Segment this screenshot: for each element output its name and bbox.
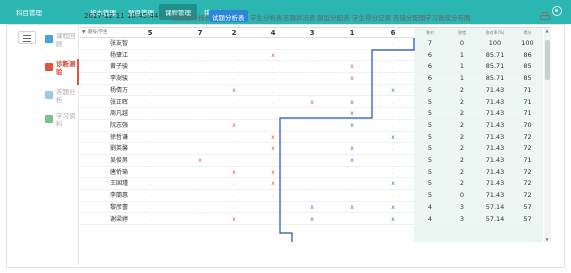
hamburger-menu-icon[interactable] [18,31,36,44]
side-nav: 课程回顾 诊断测验 答题分析 学习资料 [41,25,79,265]
tab-student-analysis[interactable]: 学生分析表 [250,12,283,22]
sidebar-item-label: 诊断测验 [56,60,76,76]
item-analysis-table: ▼ 题号/学生 5 7 2 4 3 1 6 答对 答错 答对率(%) 得分 张友… [80,27,551,242]
tab-score-stats[interactable]: 成绩统计报表 [172,12,211,22]
sidebar-item-label: 课程回顾 [56,32,76,48]
datetime-value: 2017-12-11 10:45:44 [84,12,159,20]
sidebar-item-review[interactable]: 课程回顾 [41,31,79,57]
tab-type-distribution[interactable]: 题型分配表 [317,12,350,22]
review-icon [45,35,53,43]
report-toolbar: 2017-12-11 10:45:44 ▼ 成绩统计报表 试题分析表 学生分析表… [80,10,550,24]
vertical-scrollbar[interactable]: ▲ ▼ [544,28,551,242]
scroll-up-icon[interactable]: ▲ [546,29,549,33]
tab-performance-chart[interactable]: 学习表现分布图 [425,12,471,22]
tab-answer-status[interactable]: 答题状况表 [283,12,316,22]
printer-icon[interactable] [540,12,550,21]
chevron-down-icon: ▼ [160,14,165,20]
sidebar-item-label: 学习资料 [56,112,76,128]
nav-tab-subjects[interactable]: 科目管理 [16,7,42,17]
tab-score-record[interactable]: 学生得分记录 [352,12,391,22]
tab-error-distribution[interactable]: 答错分配图 [393,12,426,22]
sidebar-item-diagnosis[interactable]: 诊断测验 [41,59,79,85]
analysis-icon [45,91,53,99]
materials-icon [45,115,53,123]
scroll-thumb[interactable] [545,40,550,80]
tab-item-analysis[interactable]: 试题分析表 [209,10,248,22]
sidebar-item-analysis[interactable]: 答题分析 [41,87,79,113]
diagnosis-icon [45,63,53,71]
cutoff-line [279,38,415,242]
datetime-selector[interactable]: 2017-12-11 10:45:44 ▼ [84,12,164,20]
scroll-down-icon[interactable]: ▼ [546,238,549,242]
sidebar-item-materials[interactable]: 学习资料 [41,111,79,137]
sidebar-item-label: 答题分析 [56,88,76,104]
gear-icon[interactable] [552,6,562,16]
